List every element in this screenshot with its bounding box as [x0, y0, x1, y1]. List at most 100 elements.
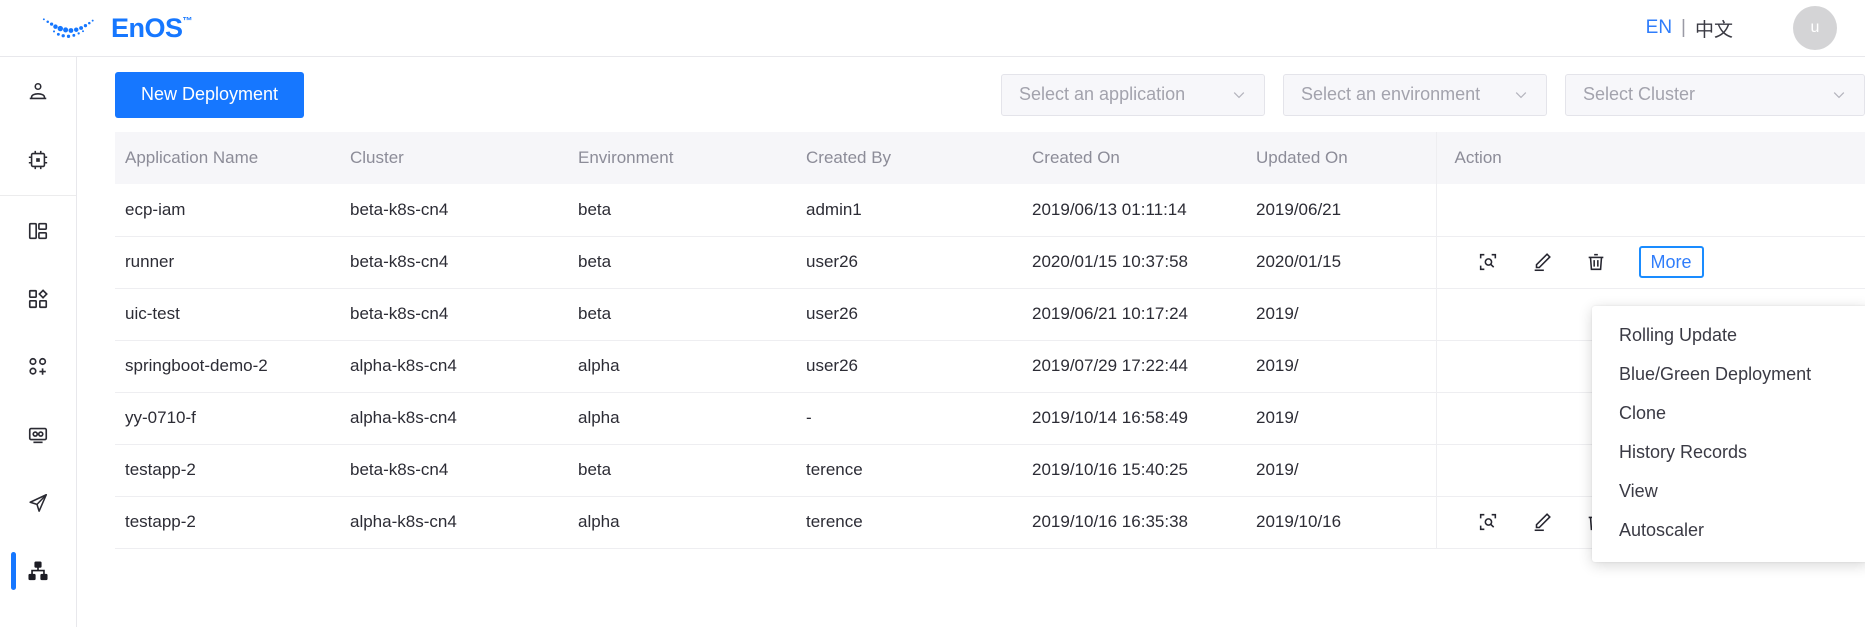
sidebar-item-deploy-send[interactable]	[0, 477, 76, 529]
cell-cluster: beta-k8s-cn4	[340, 236, 568, 289]
avatar[interactable]: u	[1793, 6, 1837, 50]
table-row[interactable]: ecp-iam beta-k8s-cn4 beta admin1 2019/06…	[115, 184, 1865, 237]
menu-item-blue-green-deployment[interactable]: Blue/Green Deployment	[1592, 355, 1865, 394]
chevron-down-icon	[1513, 87, 1529, 103]
cell-created-on: 2019/10/14 16:58:49	[1022, 392, 1246, 445]
lang-en-link[interactable]: EN	[1646, 17, 1672, 39]
select-cluster-placeholder: Select Cluster	[1583, 84, 1696, 104]
monitor-icon	[27, 424, 49, 446]
trademark-mark: ™	[182, 15, 193, 27]
cell-updated-on: 2019/	[1246, 392, 1436, 445]
menu-item-history-records[interactable]: History Records	[1592, 433, 1865, 472]
menu-item-rolling-update[interactable]: Rolling Update	[1592, 316, 1865, 355]
sidebar-item-dashboard[interactable]	[0, 205, 76, 257]
grid-plus-icon	[27, 356, 49, 378]
cell-environment: beta	[568, 184, 796, 237]
brand-text: EnOS	[111, 12, 183, 43]
column-header-created-by[interactable]: Created By	[796, 132, 1022, 184]
cell-updated-on: 2019/10/16	[1246, 496, 1436, 549]
cell-environment: alpha	[568, 392, 796, 445]
inspect-icon[interactable]	[1461, 251, 1515, 273]
menu-item-view[interactable]: View	[1592, 472, 1865, 511]
app-root: EnOS™ EN | 中文 u New Deployment Select an…	[0, 0, 1865, 627]
cell-created-by: user26	[796, 236, 1022, 289]
language-switcher: EN | 中文	[1646, 15, 1733, 42]
new-deployment-button[interactable]: New Deployment	[115, 71, 305, 118]
cell-environment: beta	[568, 288, 796, 341]
cell-application-name: springboot-demo-2	[115, 340, 340, 393]
table-header-row: Application Name Cluster Environment Cre…	[115, 132, 1865, 184]
column-header-updated-on[interactable]: Updated On	[1246, 132, 1436, 184]
cell-environment: alpha	[568, 340, 796, 393]
more-actions-menu: Rolling Update Blue/Green Deployment Clo…	[1592, 306, 1865, 562]
cell-updated-on: 2019/06/21	[1246, 184, 1436, 237]
cell-updated-on: 2019/	[1246, 444, 1436, 497]
sidebar-rail	[0, 57, 77, 627]
lang-separator: |	[1681, 17, 1686, 38]
cell-created-on: 2019/07/29 17:22:44	[1022, 340, 1246, 393]
more-button[interactable]: More	[1638, 246, 1704, 278]
brand-title: EnOS™	[111, 12, 193, 43]
cell-action: More	[1435, 236, 1865, 289]
chevron-down-icon	[1831, 87, 1847, 103]
layout-icon	[27, 220, 49, 242]
sidebar-item-deployments[interactable]	[0, 545, 76, 597]
topbar-right-group: EN | 中文 u	[1646, 6, 1837, 50]
sidebar-item-device-chip[interactable]	[0, 134, 76, 186]
table-head: Application Name Cluster Environment Cre…	[115, 132, 1865, 184]
select-application[interactable]: Select an application	[1001, 73, 1265, 116]
sidebar-item-expand[interactable]	[0, 613, 76, 627]
page-toolbar: New Deployment Select an application Sel…	[77, 57, 1865, 132]
edit-pencil-icon[interactable]	[1515, 251, 1569, 273]
cell-created-by: user26	[796, 288, 1022, 341]
select-environment[interactable]: Select an environment	[1283, 73, 1547, 116]
sidebar-item-applications[interactable]	[0, 273, 76, 325]
inspect-icon[interactable]	[1461, 511, 1515, 533]
cell-cluster: beta-k8s-cn4	[340, 288, 568, 341]
lang-zh-link[interactable]: 中文	[1695, 15, 1733, 42]
select-application-placeholder: Select an application	[1019, 84, 1186, 104]
sidebar-item-add-app[interactable]	[0, 341, 76, 393]
filter-group: Select an application Select an environm…	[1001, 73, 1865, 116]
cell-cluster: beta-k8s-cn4	[340, 184, 568, 237]
edit-pencil-icon[interactable]	[1515, 511, 1569, 533]
column-header-created-on[interactable]: Created On	[1022, 132, 1246, 184]
menu-item-clone[interactable]: Clone	[1592, 394, 1865, 433]
cell-action	[1435, 184, 1865, 237]
brand-logo[interactable]: EnOS™	[40, 13, 192, 43]
cell-environment: beta	[568, 444, 796, 497]
cell-created-on: 2019/06/21 10:17:24	[1022, 288, 1246, 341]
delete-trash-icon[interactable]	[1569, 251, 1623, 273]
menu-item-autoscaler[interactable]: Autoscaler	[1592, 511, 1865, 550]
column-header-environment[interactable]: Environment	[568, 132, 796, 184]
row-action-group: More	[1455, 246, 1865, 278]
cell-cluster: alpha-k8s-cn4	[340, 496, 568, 549]
column-header-cluster[interactable]: Cluster	[340, 132, 568, 184]
top-bar: EnOS™ EN | 中文 u	[0, 0, 1865, 57]
cell-application-name: yy-0710-f	[115, 392, 340, 445]
cell-created-by: terence	[796, 444, 1022, 497]
column-header-application-name[interactable]: Application Name	[115, 132, 340, 184]
select-cluster[interactable]: Select Cluster	[1565, 73, 1865, 116]
cell-created-on: 2019/10/16 16:35:38	[1022, 496, 1246, 549]
cell-updated-on: 2019/	[1246, 288, 1436, 341]
select-environment-placeholder: Select an environment	[1301, 84, 1481, 104]
chip-icon	[27, 149, 49, 171]
sidebar-item-user-management[interactable]	[0, 66, 76, 118]
cell-application-name: uic-test	[115, 288, 340, 341]
user-icon	[27, 81, 49, 103]
cell-environment: beta	[568, 236, 796, 289]
cell-application-name: testapp-2	[115, 496, 340, 549]
cell-cluster: alpha-k8s-cn4	[340, 340, 568, 393]
cell-application-name: testapp-2	[115, 444, 340, 497]
cell-updated-on: 2019/	[1246, 340, 1436, 393]
chevron-down-icon	[1231, 87, 1247, 103]
cell-created-on: 2019/10/16 15:40:25	[1022, 444, 1246, 497]
cell-updated-on: 2020/01/15	[1246, 236, 1436, 289]
table-row[interactable]: runner beta-k8s-cn4 beta user26 2020/01/…	[115, 236, 1865, 289]
cell-created-on: 2019/06/13 01:11:14	[1022, 184, 1246, 237]
cell-application-name: runner	[115, 236, 340, 289]
column-header-action: Action	[1435, 132, 1865, 184]
cell-created-on: 2020/01/15 10:37:58	[1022, 236, 1246, 289]
sidebar-item-monitor[interactable]	[0, 409, 76, 461]
